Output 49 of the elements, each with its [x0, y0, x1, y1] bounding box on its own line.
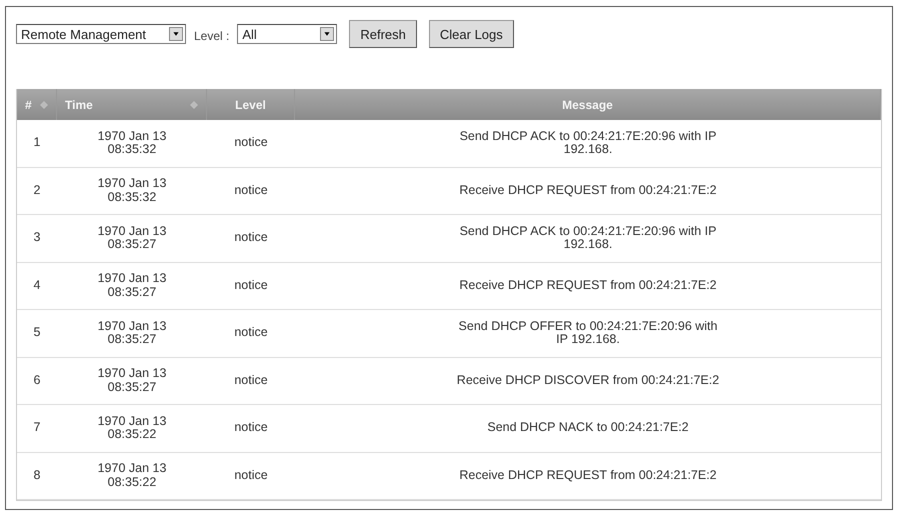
level-cell: notice — [234, 136, 268, 150]
level-label: Level : — [194, 29, 230, 43]
message-cell-text: Send DHCP ACK to 00:24:21:7E:20:96 with IP 192.168. — [458, 224, 718, 252]
index-cell: 2 — [34, 184, 40, 198]
index-cell: 7 — [34, 421, 40, 436]
level-cell: notice — [234, 421, 268, 436]
time-text: 08:35:22 — [108, 428, 156, 442]
level-cell: notice — [234, 374, 268, 388]
time-text: 08:35:32 — [108, 143, 156, 157]
index-cell: 5 — [34, 326, 40, 340]
message-cell: Receive DHCP REQUEST from 00:24:21:7E:2 — [459, 468, 717, 483]
message-cell: Receive DHCP DISCOVER from 00:24:21:7E:2 — [456, 374, 720, 388]
message-cell: Send DHCP NACK to 00:24:21:7E:2 — [487, 421, 689, 436]
message-cell: Receive DHCP REQUEST from 00:24:21:7E:2 — [459, 184, 717, 198]
time-text: 08:35:27 — [108, 286, 156, 300]
time-text: 08:35:32 — [108, 190, 156, 204]
level-dropdown[interactable]: All — [237, 24, 338, 44]
index-cell: 8 — [34, 468, 40, 483]
date-text: 1970 Jan 13 — [98, 272, 166, 286]
message-cell-text: Send DHCP OFFER to 00:24:21:7E:20:96 with IP 192.168. — [458, 320, 718, 347]
refresh-button[interactable]: Refresh — [349, 20, 417, 48]
sort-icon[interactable] — [190, 100, 198, 108]
level-cell: notice — [234, 326, 268, 340]
date-text: 1970 Jan 13 — [98, 224, 166, 238]
date-text: 1970 Jan 13 — [98, 320, 166, 334]
level-cell: notice — [234, 184, 268, 198]
column-header: Message — [562, 98, 613, 112]
date-text: 1970 Jan 13 — [98, 462, 166, 476]
index-cell: 6 — [34, 374, 40, 388]
message-cell-text: Send DHCP ACK to 00:24:21:7E:20:96 with IP 192.168. — [458, 130, 718, 157]
index-cell: 4 — [34, 278, 40, 293]
time-text: 08:35:27 — [108, 333, 156, 347]
date-text: 1970 Jan 13 — [98, 177, 166, 191]
level-cell: notice — [234, 278, 268, 293]
time-text: 08:35:22 — [108, 476, 156, 490]
category-dropdown[interactable]: Remote Management — [16, 24, 186, 44]
sort-icon[interactable] — [40, 100, 48, 108]
level-cell: notice — [234, 231, 268, 246]
date-text: 1970 Jan 13 — [98, 367, 166, 381]
date-text: 1970 Jan 13 — [98, 414, 166, 428]
time-text: 08:35:27 — [108, 380, 156, 394]
index-cell: 1 — [34, 136, 40, 150]
message-cell: Receive DHCP REQUEST from 00:24:21:7E:2 — [459, 278, 717, 293]
clear-logs-button[interactable]: Clear Logs — [428, 20, 514, 48]
index-cell: 3 — [34, 231, 40, 246]
time-text: 08:35:27 — [108, 238, 156, 252]
date-text: 1970 Jan 13 — [98, 130, 166, 144]
column-header: Level — [235, 98, 266, 112]
level-cell: notice — [234, 468, 268, 483]
